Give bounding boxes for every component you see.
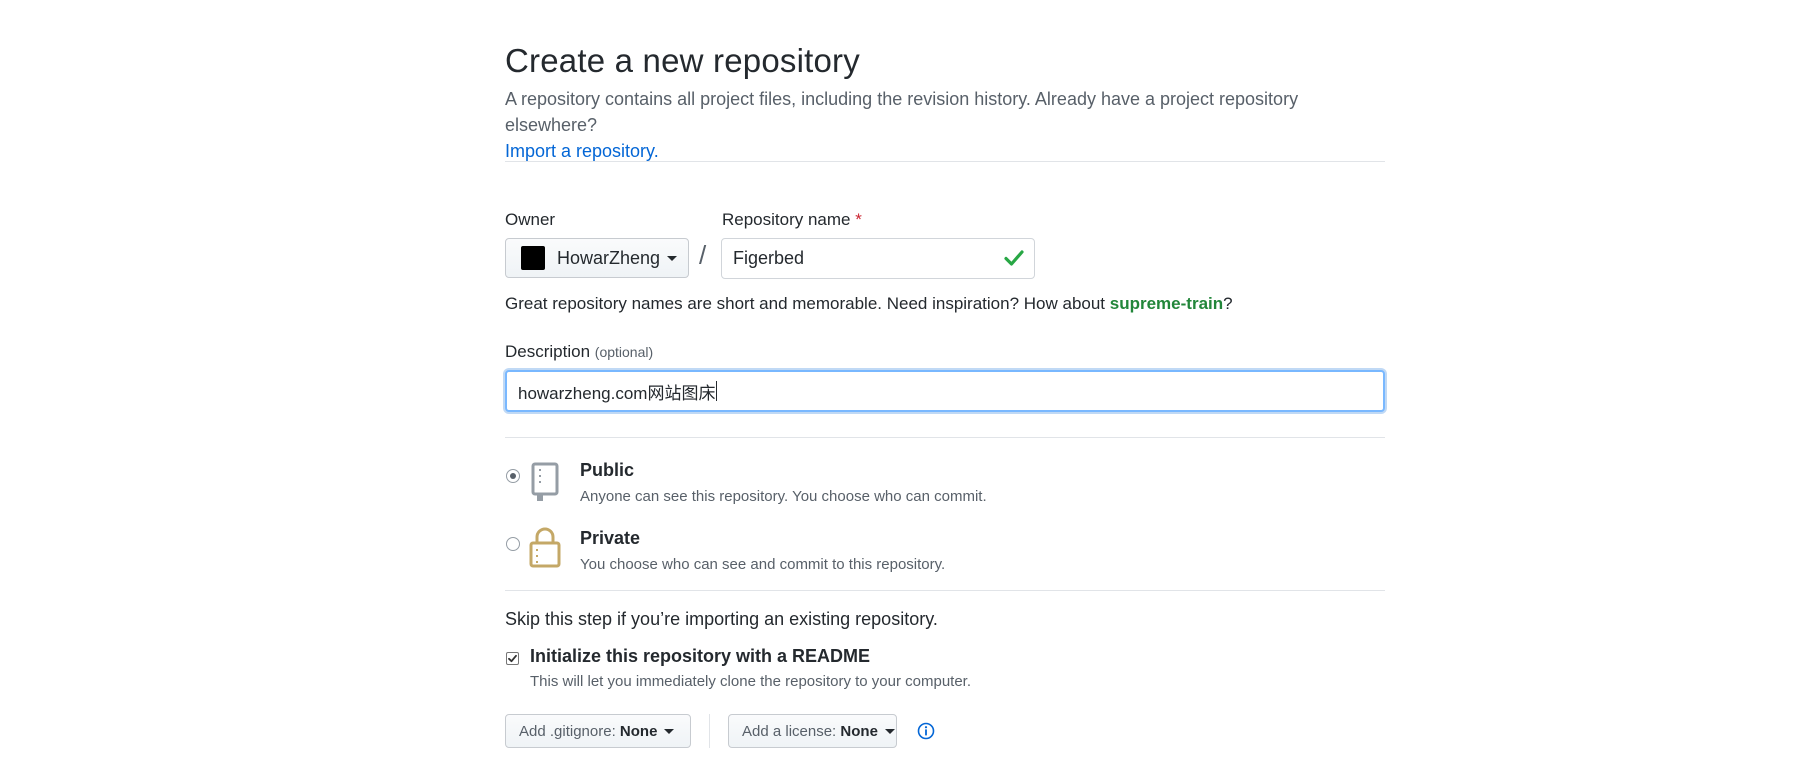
private-radio[interactable]: [506, 537, 520, 551]
owner-name: HowarZheng: [557, 247, 661, 268]
hint-suffix: ?: [1223, 294, 1233, 313]
radio-selected-dot: [510, 473, 516, 479]
chevron-down-icon: [664, 728, 675, 734]
text-cursor: [716, 381, 718, 401]
divider: [505, 590, 1385, 591]
owner-repo-separator: /: [699, 240, 707, 270]
hint-text: Great repository names are short and mem…: [505, 294, 1106, 313]
check-icon: [1004, 250, 1024, 266]
name-suggestion-link[interactable]: supreme-train: [1110, 294, 1223, 313]
add-gitignore-dropdown[interactable]: Add .gitignore: None: [505, 714, 691, 748]
owner-dropdown[interactable]: HowarZheng: [505, 238, 689, 278]
description-value: howarzheng.com网站图床: [518, 383, 716, 403]
license-value: None: [840, 722, 878, 740]
public-option-desc: Anyone can see this repository. You choo…: [580, 488, 987, 505]
info-icon[interactable]: [917, 722, 935, 740]
page-title: Create a new repository: [505, 42, 860, 79]
public-option-title[interactable]: Public: [580, 460, 634, 481]
private-option-desc: You choose who can see and commit to thi…: [580, 556, 946, 573]
repo-name-hint: Great repository names are short and mem…: [505, 294, 1233, 314]
repo-book-icon: [531, 462, 559, 501]
chevron-down-icon: [884, 728, 895, 734]
repo-name-label: Repository name *: [722, 210, 862, 230]
divider: [505, 161, 1385, 162]
description-input[interactable]: howarzheng.com网站图床: [505, 370, 1385, 412]
skip-step-note: Skip this step if you’re importing an ex…: [505, 609, 938, 629]
public-radio[interactable]: [506, 469, 520, 483]
optional-marker: (optional): [594, 344, 654, 360]
readme-checkbox-desc: This will let you immediately clone the …: [530, 673, 972, 690]
subtitle-text: A repository contains all project files,…: [505, 89, 1299, 135]
page-subtitle: A repository contains all project files,…: [505, 86, 1385, 164]
checkmark-icon: [508, 654, 517, 663]
import-repository-link[interactable]: Import a repository.: [505, 141, 659, 161]
chevron-down-icon: [667, 255, 678, 261]
owner-label: Owner: [505, 210, 556, 229]
description-label: Description (optional): [505, 342, 653, 362]
avatar: [521, 246, 545, 270]
add-license-dropdown[interactable]: Add a license: None: [728, 714, 897, 748]
description-label-text: Description: [505, 342, 591, 361]
gitignore-value: None: [619, 722, 658, 740]
required-marker: *: [855, 210, 862, 229]
repo-name-value: Figerbed: [733, 248, 805, 268]
lock-icon: [529, 527, 561, 568]
repo-name-input[interactable]: Figerbed: [721, 238, 1035, 279]
readme-checkbox-label[interactable]: Initialize this repository with a README: [530, 646, 870, 667]
private-option-title[interactable]: Private: [580, 528, 640, 549]
repo-name-label-text: Repository name: [722, 210, 851, 229]
divider: [505, 437, 1385, 438]
button-separator: [709, 714, 710, 748]
license-prefix: Add a license:: [742, 722, 837, 740]
readme-checkbox[interactable]: [506, 652, 519, 665]
gitignore-prefix: Add .gitignore:: [519, 722, 616, 740]
